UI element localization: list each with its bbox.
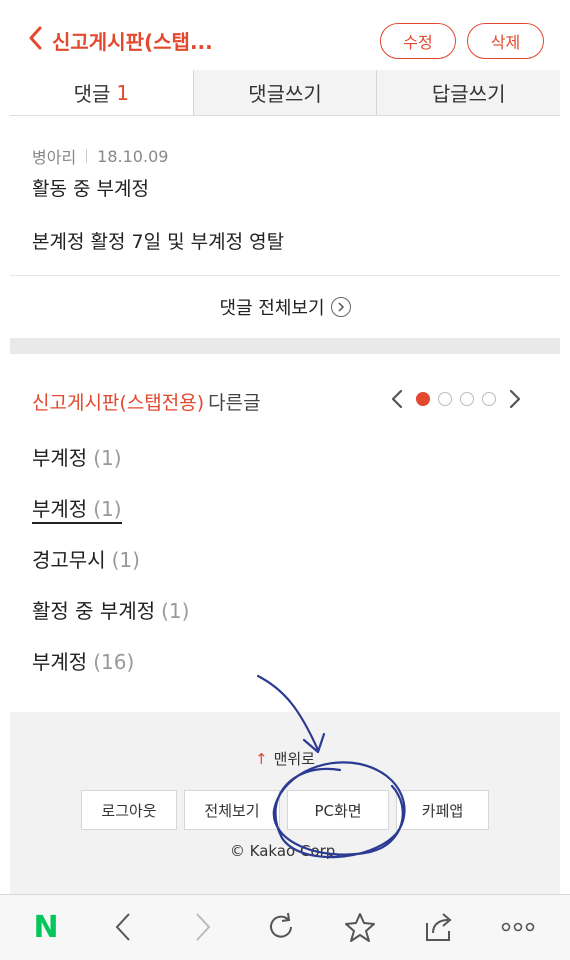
meta-divider bbox=[86, 149, 88, 163]
pager-next-icon[interactable] bbox=[508, 388, 522, 410]
view-all-label: 댓글 전체보기 bbox=[219, 298, 325, 319]
post-title: 부계정 bbox=[32, 446, 88, 470]
forward-icon[interactable] bbox=[183, 909, 223, 945]
post-title: 부계정 bbox=[32, 650, 88, 674]
page-footer: ↑ 맨위로 로그아웃 전체보기 PC화면 카페앱 © Kakao Corp. bbox=[10, 712, 560, 894]
more-icon[interactable] bbox=[498, 909, 538, 945]
naver-logo-icon[interactable]: N bbox=[26, 909, 66, 945]
list-item[interactable]: 부계정 (16) bbox=[32, 646, 134, 675]
pc-view-button[interactable]: PC화면 bbox=[287, 790, 389, 830]
comment-date: 18.10.09 bbox=[97, 146, 169, 166]
comment-tabs: 댓글 1 댓글쓰기 답글쓰기 bbox=[10, 70, 561, 116]
post-count: (1) bbox=[111, 548, 140, 572]
comment-count: 1 bbox=[116, 80, 130, 105]
page-title: 신고게시판(스탭... bbox=[52, 30, 213, 54]
list-item[interactable]: 활정 중 부계정 (1) bbox=[32, 595, 189, 624]
share-icon[interactable] bbox=[418, 909, 458, 945]
delete-button[interactable]: 삭제 bbox=[467, 23, 544, 59]
view-all-button[interactable]: 전체보기 bbox=[184, 790, 280, 830]
copyright-text: © Kakao Corp. bbox=[229, 842, 341, 860]
pager-dot-1[interactable] bbox=[416, 392, 430, 406]
tab-comments-label: 댓글 bbox=[73, 82, 111, 106]
comment-meta: 병아리 18.10.09 bbox=[32, 144, 168, 168]
pager-dot-3[interactable] bbox=[460, 392, 474, 406]
post-count: (1) bbox=[161, 599, 190, 623]
other-posts-pager bbox=[390, 388, 522, 410]
bookmark-star-icon[interactable] bbox=[340, 909, 380, 945]
view-all-comments-link[interactable]: 댓글 전체보기 bbox=[10, 276, 560, 338]
reload-icon[interactable] bbox=[262, 909, 302, 945]
arrow-up-icon: ↑ bbox=[255, 750, 268, 768]
list-item[interactable]: 부계정 (1) bbox=[32, 493, 122, 524]
comment-text-line2: 본계정 활정 7일 및 부계정 영탈 bbox=[32, 231, 285, 253]
browser-toolbar: N bbox=[0, 894, 570, 960]
list-item[interactable]: 부계정 (1) bbox=[32, 442, 122, 471]
back-to-top-label: 맨위로 bbox=[273, 750, 315, 768]
app-header: 신고게시판(스탭... 수정 삭제 bbox=[0, 0, 570, 80]
pager-dot-2[interactable] bbox=[438, 392, 452, 406]
tab-write-reply[interactable]: 답글쓰기 bbox=[376, 70, 561, 115]
comment-item: 병아리 18.10.09 활동 중 부계정 본계정 활정 7일 및 부계정 영탈 bbox=[10, 116, 560, 276]
other-posts-heading: 신고게시판(스탭전용) 다른글 bbox=[32, 388, 261, 415]
list-item[interactable]: 경고무시 (1) bbox=[32, 544, 140, 573]
comment-text-line1: 활동 중 부계정 bbox=[32, 178, 149, 200]
naver-logo-letter: N bbox=[33, 909, 59, 945]
logout-button[interactable]: 로그아웃 bbox=[81, 790, 177, 830]
board-name[interactable]: 신고게시판(스탭전용) bbox=[32, 392, 204, 414]
chevron-left-icon bbox=[29, 26, 42, 50]
post-title: 경고무시 bbox=[32, 548, 106, 572]
tab-comments[interactable]: 댓글 1 bbox=[10, 70, 193, 115]
back-button[interactable] bbox=[28, 26, 42, 50]
comment-author[interactable]: 병아리 bbox=[32, 144, 76, 168]
edit-button[interactable]: 수정 bbox=[380, 23, 456, 59]
cafe-app-button[interactable]: 카페앱 bbox=[396, 790, 489, 830]
post-title: 부계정 bbox=[32, 497, 88, 521]
pager-dot-4[interactable] bbox=[482, 392, 496, 406]
chevron-right-circle-icon bbox=[330, 297, 351, 317]
section-divider bbox=[10, 338, 560, 354]
post-title: 활정 중 부계정 bbox=[32, 599, 156, 623]
post-count: (1) bbox=[93, 446, 122, 470]
back-to-top-link[interactable]: ↑ 맨위로 bbox=[10, 748, 560, 769]
post-count: (1) bbox=[93, 497, 122, 521]
pager-prev-icon[interactable] bbox=[390, 388, 404, 410]
other-posts-section: 신고게시판(스탭전용) 다른글 부계정 (1) 부계정 (1) 경고무시 (1) 활정 … bbox=[10, 354, 560, 712]
other-posts-suffix: 다른글 bbox=[208, 392, 261, 414]
back-icon[interactable] bbox=[103, 909, 143, 945]
tab-write-comment[interactable]: 댓글쓰기 bbox=[192, 70, 377, 115]
post-count: (16) bbox=[93, 650, 135, 674]
